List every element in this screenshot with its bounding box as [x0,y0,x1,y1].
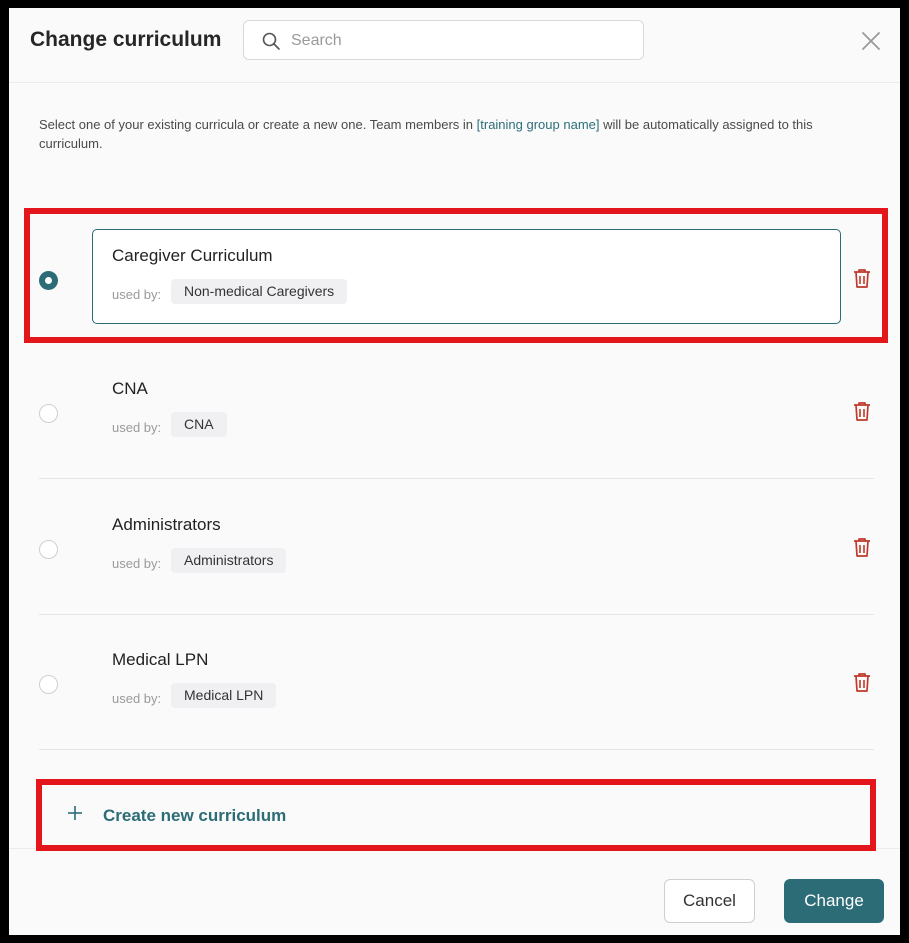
curriculum-row[interactable]: Administrators used by: Administrators [39,480,874,615]
curriculum-radio[interactable] [39,271,58,290]
create-new-label: Create new curriculum [103,806,287,825]
curriculum-card[interactable]: CNA used by: CNA [92,362,841,457]
cancel-button[interactable]: Cancel [664,879,755,923]
used-by-group-chip: Medical LPN [171,683,277,708]
row-divider [39,749,874,750]
trash-icon[interactable] [851,400,873,422]
curriculum-name: Caregiver Curriculum [112,246,273,265]
curriculum-row[interactable]: CNA used by: CNA [39,344,874,479]
change-curriculum-modal: Change curriculum Select one of your exi… [9,8,900,935]
training-group-link[interactable]: [training group name] [477,117,600,132]
trash-icon[interactable] [851,671,873,693]
curriculum-card[interactable]: Medical LPN used by: Medical LPN [92,633,841,728]
curriculum-radio[interactable] [39,540,58,559]
curriculum-name: Administrators [112,515,221,534]
modal-title: Change curriculum [30,28,222,51]
used-by-label: used by: [112,420,162,435]
close-icon[interactable] [859,29,883,53]
plus-icon [68,806,82,820]
curriculum-card[interactable]: Caregiver Curriculum used by: Non-medica… [92,229,841,324]
used-by-label: used by: [112,556,162,571]
description-text: Select one of your existing curricula or… [39,117,477,132]
search-input[interactable] [291,30,621,52]
curriculum-row[interactable]: Caregiver Curriculum used by: Non-medica… [39,211,874,346]
trash-icon[interactable] [851,536,873,558]
curriculum-radio[interactable] [39,404,58,423]
used-by-group-chip: Administrators [171,548,287,573]
curriculum-name: Medical LPN [112,650,209,669]
curriculum-row[interactable]: Medical LPN used by: Medical LPN [39,615,874,750]
used-by-group-chip: Non-medical Caregivers [171,279,348,304]
row-divider [39,478,874,479]
curriculum-card[interactable]: Administrators used by: Administrators [92,498,841,593]
create-new-curriculum-button[interactable]: Create new curriculum [39,786,874,848]
used-by-label: used by: [112,691,162,706]
change-button[interactable]: Change [784,879,884,923]
curriculum-name: CNA [112,379,148,398]
trash-icon[interactable] [851,267,873,289]
curriculum-radio[interactable] [39,675,58,694]
modal-header: Change curriculum [9,8,900,83]
modal-footer: Cancel Change [9,848,900,935]
search-icon [262,32,280,50]
modal-description: Select one of your existing curricula or… [39,115,839,153]
search-box[interactable] [243,20,644,60]
used-by-label: used by: [112,287,162,302]
used-by-group-chip: CNA [171,412,227,437]
